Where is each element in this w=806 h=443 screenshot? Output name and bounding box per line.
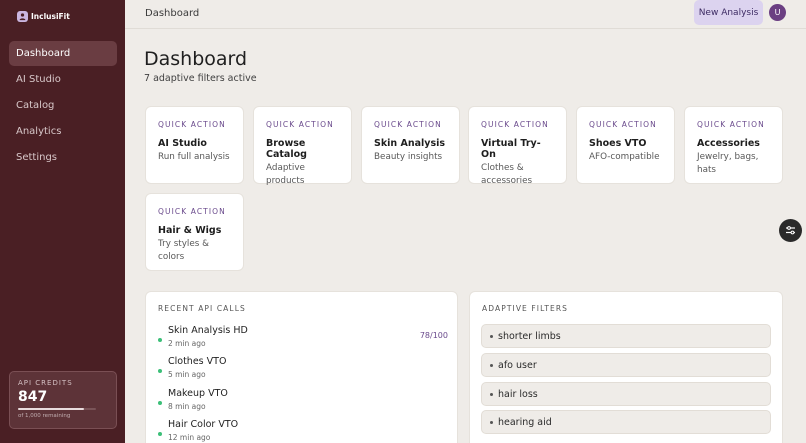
accessibility-settings-button[interactable] — [779, 219, 802, 242]
page-title: Dashboard — [144, 48, 248, 70]
filter-label: shorter limbs — [498, 331, 561, 342]
filter-label: hearing aid — [498, 417, 552, 428]
sidebar-item-settings[interactable]: Settings — [9, 145, 117, 170]
call-name: Hair Color VTO — [168, 419, 239, 430]
breadcrumb: Dashboard — [145, 8, 200, 19]
filter-label: afo user — [498, 360, 537, 371]
quick-action-label: QUICK ACTION — [158, 207, 226, 216]
filter-chip[interactable]: hearing aid — [481, 410, 771, 434]
adaptive-filters-panel: ADAPTIVE FILTERS shorter limbs afo user … — [469, 291, 783, 443]
quick-action-skin-analysis[interactable]: QUICK ACTION Skin Analysis Beauty insigh… — [361, 106, 460, 184]
api-credits-progress — [18, 408, 96, 410]
call-name: Clothes VTO — [168, 356, 227, 367]
person-icon — [17, 11, 28, 22]
status-dot — [158, 338, 162, 342]
user-avatar[interactable]: U — [769, 4, 786, 21]
call-time: 8 min ago — [168, 402, 206, 411]
call-time: 5 min ago — [168, 370, 206, 379]
status-dot — [158, 432, 162, 436]
quick-action-description: Beauty insights — [374, 152, 443, 162]
page-subtitle: 7 adaptive filters active — [144, 73, 257, 84]
quick-action-label: QUICK ACTION — [481, 120, 549, 129]
list-item[interactable]: Makeup VTO 8 min ago — [158, 388, 448, 416]
sidebar: InclusiFit Dashboard AI Studio Catalog A… — [0, 0, 125, 443]
call-score: 78/100 — [419, 331, 448, 340]
quick-action-title: Virtual Try-On — [481, 138, 541, 160]
new-analysis-button[interactable]: New Analysis — [694, 0, 763, 25]
sidebar-item-ai-studio[interactable]: AI Studio — [9, 67, 117, 92]
quick-action-ai-studio[interactable]: QUICK ACTION AI Studio Run full analysis — [145, 106, 244, 184]
list-item[interactable]: Hair Color VTO 12 min ago — [158, 419, 448, 443]
list-item[interactable]: Skin Analysis HD 2 min ago 78/100 — [158, 325, 448, 353]
quick-action-label: QUICK ACTION — [589, 120, 657, 129]
quick-action-description: Adaptive products — [266, 163, 305, 186]
quick-action-browse-catalog[interactable]: QUICK ACTION Browse Catalog Adaptive pro… — [253, 106, 352, 186]
quick-action-description: Jewelry, bags, hats — [697, 152, 759, 175]
bullet-icon — [490, 364, 493, 367]
adaptive-filters-title: ADAPTIVE FILTERS — [482, 304, 569, 313]
quick-action-label: QUICK ACTION — [158, 120, 226, 129]
api-credits-value: 847 — [18, 389, 48, 405]
quick-action-title: Shoes VTO — [589, 138, 647, 149]
filter-label: hair loss — [498, 389, 538, 400]
bullet-icon — [490, 335, 493, 338]
quick-action-title: Accessories — [697, 138, 760, 149]
quick-action-description: Clothes & accessories — [481, 163, 533, 186]
sidebar-item-dashboard[interactable]: Dashboard — [9, 41, 117, 66]
brand-name: InclusiFit — [31, 12, 70, 21]
call-time: 12 min ago — [168, 433, 211, 442]
quick-action-title: Hair & Wigs — [158, 225, 222, 236]
api-credits-remaining: of 1,000 remaining — [18, 413, 71, 419]
quick-action-title: Browse Catalog — [266, 138, 307, 160]
top-bar: Dashboard New Analysis U — [125, 0, 806, 29]
quick-action-shoes-vto[interactable]: QUICK ACTION Shoes VTO AFO-compatible — [576, 106, 675, 184]
quick-action-label: QUICK ACTION — [374, 120, 442, 129]
filter-chip[interactable]: hair loss — [481, 382, 771, 406]
quick-action-virtual-try-on[interactable]: QUICK ACTION Virtual Try-On Clothes & ac… — [468, 106, 567, 186]
quick-action-title: AI Studio — [158, 138, 207, 149]
bullet-icon — [490, 421, 493, 424]
api-credits-label: API CREDITS — [18, 379, 73, 387]
call-name: Skin Analysis HD — [168, 325, 248, 336]
recent-api-calls-title: RECENT API CALLS — [158, 304, 246, 313]
sidebar-item-analytics[interactable]: Analytics — [9, 119, 117, 144]
quick-action-hair-wigs[interactable]: QUICK ACTION Hair & Wigs Try styles & co… — [145, 193, 244, 271]
sidebar-item-catalog[interactable]: Catalog — [9, 93, 117, 118]
sidebar-nav: Dashboard AI Studio Catalog Analytics Se… — [9, 41, 117, 171]
call-name: Makeup VTO — [168, 388, 228, 399]
api-credits-progress-fill — [18, 408, 85, 410]
status-dot — [158, 401, 162, 405]
status-dot — [158, 369, 162, 373]
list-item[interactable]: Clothes VTO 5 min ago — [158, 356, 448, 384]
filter-chip[interactable]: afo user — [481, 353, 771, 377]
bullet-icon — [490, 393, 493, 396]
api-credits-panel: API CREDITS 847 of 1,000 remaining — [9, 371, 117, 429]
filter-chip[interactable]: shorter limbs — [481, 324, 771, 348]
quick-action-accessories[interactable]: QUICK ACTION Accessories Jewelry, bags, … — [684, 106, 783, 184]
brand-logo[interactable]: InclusiFit — [17, 11, 70, 22]
quick-action-label: QUICK ACTION — [266, 120, 334, 129]
quick-action-title: Skin Analysis — [374, 138, 446, 149]
call-time: 2 min ago — [168, 339, 206, 348]
quick-action-description: AFO-compatible — [589, 152, 660, 162]
recent-api-calls-panel: RECENT API CALLS Skin Analysis HD 2 min … — [145, 291, 458, 443]
quick-action-label: QUICK ACTION — [697, 120, 765, 129]
quick-action-description: Run full analysis — [158, 152, 230, 162]
quick-action-description: Try styles & colors — [158, 239, 210, 262]
sliders-icon — [786, 226, 795, 235]
